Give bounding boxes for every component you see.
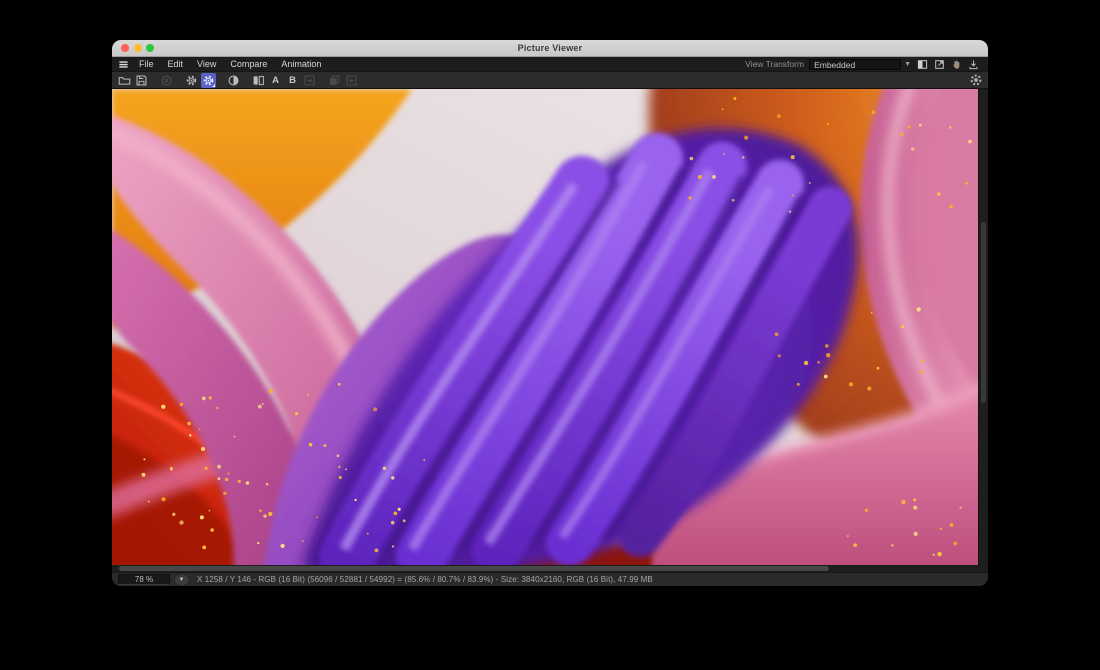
viewport: [112, 89, 988, 565]
contrast-button[interactable]: [226, 73, 241, 88]
display-gear-button[interactable]: [201, 73, 216, 88]
titlebar[interactable]: Picture Viewer: [112, 40, 988, 57]
zoom-dropdown-button[interactable]: ▼: [175, 575, 188, 585]
zoom-level-field[interactable]: 78 %: [118, 574, 170, 585]
hand-icon[interactable]: [950, 58, 963, 71]
menubar-right-icons: [916, 58, 980, 71]
horizontal-scrollbar[interactable]: [112, 565, 988, 572]
toolbar: A B: [112, 71, 988, 89]
version-b-button[interactable]: B: [285, 73, 300, 88]
view-transform-dropdown-arrow[interactable]: ▼: [901, 61, 916, 68]
split-view-icon[interactable]: [916, 58, 929, 71]
window-title: Picture Viewer: [112, 43, 988, 53]
menu-animation[interactable]: Animation: [274, 57, 328, 71]
dock-icon[interactable]: [967, 58, 980, 71]
zoom-window-button[interactable]: [146, 44, 154, 52]
view-transform-label: View Transform: [745, 59, 804, 69]
menu-compare[interactable]: Compare: [223, 57, 274, 71]
menu-file[interactable]: File: [132, 57, 161, 71]
filter-gear-button[interactable]: [184, 73, 199, 88]
save-button[interactable]: [134, 73, 149, 88]
render-image: [112, 89, 978, 565]
vertical-scrollbar-thumb[interactable]: [981, 222, 986, 403]
popout-icon[interactable]: [933, 58, 946, 71]
menu-edit[interactable]: Edit: [161, 57, 191, 71]
view-transform-select[interactable]: Embedded: [809, 59, 901, 70]
picture-viewer-window: Picture Viewer File Edit View Compare An…: [112, 40, 988, 586]
vertical-scrollbar[interactable]: [978, 89, 988, 565]
version-a-button[interactable]: A: [268, 73, 283, 88]
menubar: File Edit View Compare Animation View Tr…: [112, 57, 988, 71]
status-info: X 1258 / Y 146 - RGB (16 Bit) (56096 / 5…: [197, 575, 653, 584]
traffic-lights: [121, 44, 154, 52]
copy-layer-button[interactable]: [327, 73, 342, 88]
compare-ab-button[interactable]: [251, 73, 266, 88]
paste-forward-button[interactable]: [344, 73, 359, 88]
statusbar: 78 % ▼ X 1258 / Y 146 - RGB (16 Bit) (56…: [112, 572, 988, 586]
menu-view[interactable]: View: [190, 57, 223, 71]
horizontal-scrollbar-thumb[interactable]: [119, 566, 829, 571]
minimize-window-button[interactable]: [134, 44, 142, 52]
image-canvas[interactable]: [112, 89, 978, 565]
render-settings-gear-button[interactable]: [968, 73, 983, 88]
close-window-button[interactable]: [121, 44, 129, 52]
hamburger-menu-icon[interactable]: [118, 59, 129, 70]
paste-back-button[interactable]: [302, 73, 317, 88]
open-folder-button[interactable]: [117, 73, 132, 88]
stop-render-button[interactable]: [159, 73, 174, 88]
